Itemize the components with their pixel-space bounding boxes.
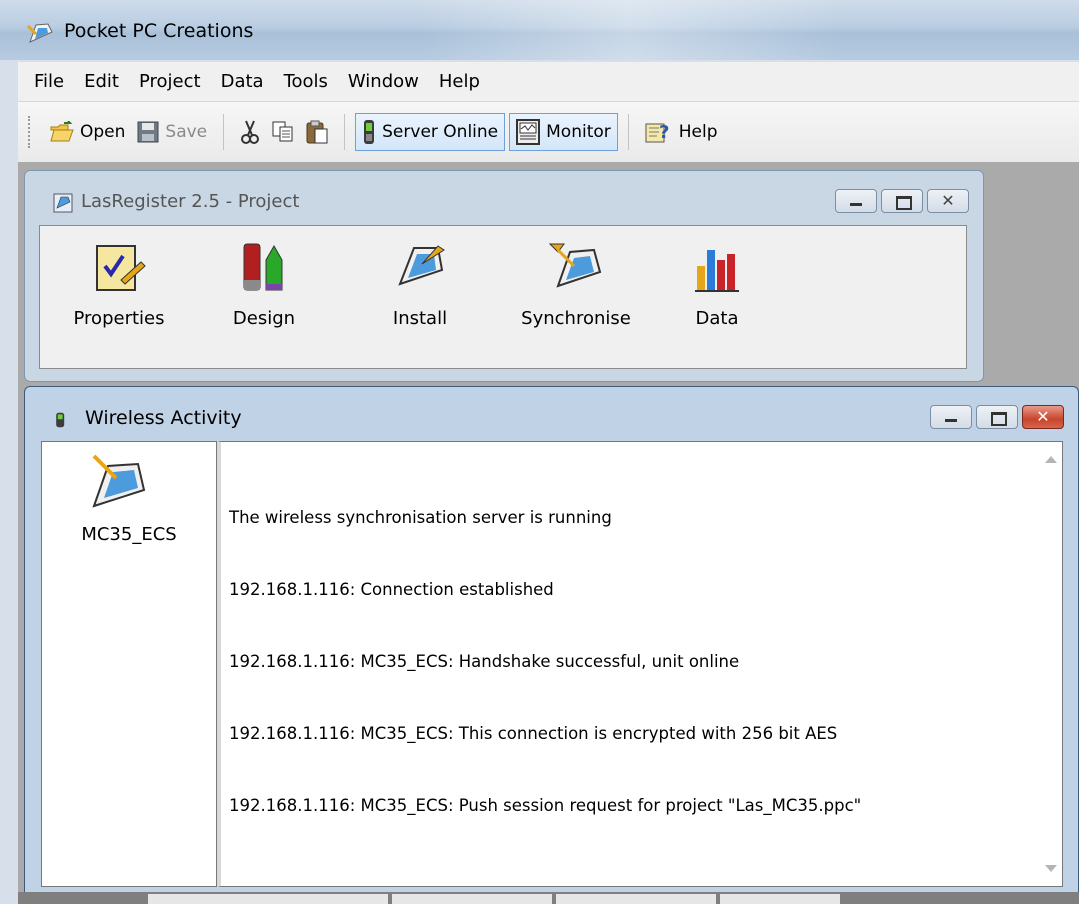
save-label: Save [165, 122, 208, 142]
toolbar: Open Save Server Online Monitor ? Help [18, 102, 1079, 162]
grid-cell [148, 894, 388, 904]
background-grid-strip [18, 892, 1079, 904]
menu-window[interactable]: Window [338, 71, 429, 92]
project-window-icon [53, 193, 73, 213]
device-list-panel: MC35_ECS [41, 441, 217, 887]
menu-project[interactable]: Project [129, 71, 211, 92]
data-label: Data [695, 308, 739, 329]
wireless-window-title-bar[interactable]: Wireless Activity ✕ [25, 387, 1078, 433]
server-online-label: Server Online [382, 122, 499, 142]
main-title-bar[interactable]: Pocket PC Creations [0, 0, 1079, 60]
maximize-button[interactable] [976, 405, 1018, 429]
wireless-device-icon [364, 120, 375, 144]
close-icon: ✕ [941, 191, 955, 210]
project-caption-buttons: ✕ [835, 189, 969, 213]
toolbar-separator [344, 114, 346, 150]
monitor-label: Monitor [546, 122, 611, 142]
help-label: Help [678, 122, 718, 142]
project-window: LasRegister 2.5 - Project ✕ Properties D… [24, 170, 984, 382]
synchronise-label: Synchronise [521, 308, 631, 329]
minimize-button[interactable] [930, 405, 972, 429]
copy-icon [272, 121, 293, 142]
close-button[interactable]: ✕ [927, 189, 969, 213]
project-items-panel: Properties Design Install Synchronise Da… [39, 225, 967, 369]
design-icon [243, 243, 283, 291]
app-title: Pocket PC Creations [64, 20, 254, 42]
monitor-button[interactable]: Monitor [509, 113, 618, 151]
open-folder-icon [50, 121, 74, 142]
menu-bar: File Edit Project Data Tools Window Help [18, 62, 1079, 102]
scissors-icon [241, 120, 260, 144]
menu-data[interactable]: Data [211, 71, 274, 92]
menu-edit[interactable]: Edit [74, 71, 129, 92]
save-button[interactable]: Save [131, 113, 213, 151]
paste-button[interactable] [300, 113, 334, 151]
properties-icon [96, 245, 146, 291]
cut-button[interactable] [234, 113, 266, 151]
install-icon [398, 245, 445, 286]
log-line: 192.168.1.116: MC35_ECS: Handshake succe… [229, 652, 740, 671]
toolbar-separator [627, 114, 629, 150]
properties-label: Properties [73, 308, 165, 329]
wireless-caption-buttons: ✕ [930, 405, 1064, 429]
open-label: Open [80, 122, 126, 142]
paste-clipboard-icon [306, 120, 328, 144]
pocket-pc-device-icon [92, 454, 146, 508]
monitor-icon [516, 119, 541, 145]
grid-cell [556, 894, 716, 904]
project-window-title: LasRegister 2.5 - Project [81, 191, 300, 212]
install-label: Install [392, 308, 448, 329]
svg-text:?: ? [659, 122, 669, 143]
close-button[interactable]: ✕ [1022, 405, 1064, 429]
wireless-activity-window: Wireless Activity ✕ MC35_ECS The wireles… [24, 386, 1079, 898]
server-online-button[interactable]: Server Online [355, 113, 506, 151]
grid-cell [720, 894, 840, 904]
activity-log: The wireless synchronisation server is r… [229, 458, 1032, 866]
wireless-window-title: Wireless Activity [85, 407, 242, 429]
project-window-title-bar[interactable]: LasRegister 2.5 - Project ✕ [25, 171, 983, 217]
scroll-up-arrow-icon[interactable] [1045, 456, 1057, 463]
menu-help[interactable]: Help [429, 71, 490, 92]
wireless-device-icon [56, 412, 65, 428]
synchronise-icon [548, 243, 602, 288]
vertical-scrollbar[interactable] [1040, 442, 1062, 886]
copy-button[interactable] [266, 113, 300, 151]
toolbar-separator [223, 114, 225, 150]
grid-cell [392, 894, 552, 904]
design-label: Design [232, 308, 296, 329]
menu-file[interactable]: File [24, 71, 74, 92]
data-bar-chart-icon [695, 250, 739, 292]
help-book-icon: ? [645, 122, 669, 143]
scroll-down-arrow-icon[interactable] [1045, 865, 1057, 872]
activity-log-panel[interactable]: The wireless synchronisation server is r… [217, 441, 1063, 887]
toolbar-grip[interactable] [28, 116, 32, 148]
close-icon: ✕ [1036, 407, 1050, 426]
pocket-pc-app-icon [26, 23, 53, 43]
help-button[interactable]: ? Help [639, 113, 724, 151]
maximize-button[interactable] [881, 189, 923, 213]
save-disk-icon [137, 121, 159, 143]
device-name: MC35_ECS [81, 524, 177, 545]
log-line: 192.168.1.116: MC35_ECS: Push session re… [229, 796, 862, 815]
minimize-button[interactable] [835, 189, 877, 213]
log-line: The wireless synchronisation server is r… [229, 508, 612, 527]
log-line: 192.168.1.116: MC35_ECS: This connection… [229, 724, 838, 743]
title-glass-highlight [420, 0, 840, 60]
open-button[interactable]: Open [44, 113, 131, 151]
log-line: 192.168.1.116: Connection established [229, 580, 554, 599]
menu-tools[interactable]: Tools [274, 71, 338, 92]
